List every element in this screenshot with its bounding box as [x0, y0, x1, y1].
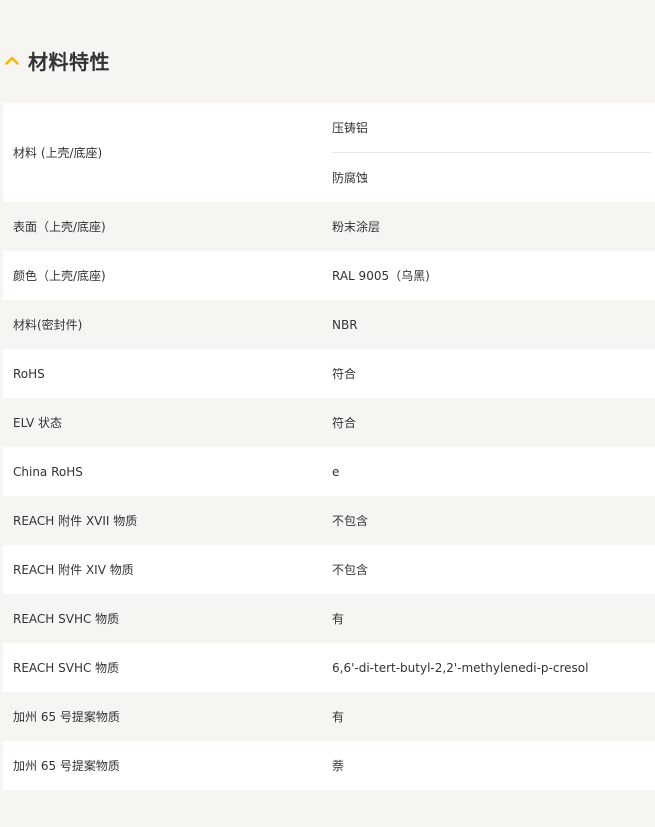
- spec-label: ELV 状态: [13, 416, 62, 430]
- spec-label: 表面（上壳/底座): [13, 220, 106, 234]
- spec-label: REACH SVHC 物质: [13, 661, 120, 675]
- spec-value: 防腐蚀: [332, 171, 369, 185]
- spec-value: 6,6'-di-tert-butyl-2,2'-methylenedi-p-cr…: [332, 660, 589, 675]
- spec-label: 加州 65 号提案物质: [13, 710, 120, 724]
- spec-label: REACH SVHC 物质: [13, 612, 120, 626]
- chevron-up-icon: [1, 44, 23, 76]
- table-row: 材料 (上壳/底座) 压铸铝 防腐蚀: [3, 103, 655, 202]
- table-row: 材料(密封件) NBR: [3, 300, 655, 349]
- spec-value: 有: [332, 710, 345, 724]
- spec-value: NBR: [332, 317, 358, 332]
- spec-value: 压铸铝: [332, 103, 651, 153]
- spec-value: e: [332, 464, 340, 479]
- table-row: REACH 附件 XIV 物质 不包含: [3, 545, 655, 594]
- table-row: REACH SVHC 物质 有: [3, 594, 655, 643]
- table-row: 加州 65 号提案物质 有: [3, 692, 655, 741]
- table-row: ELV 状态 符合: [3, 398, 655, 447]
- spec-label: RoHS: [13, 366, 45, 381]
- table-row: RoHS 符合: [3, 349, 655, 398]
- spec-value: 萘: [332, 759, 345, 773]
- spec-value: RAL 9005（乌黑): [332, 269, 430, 283]
- table-row: 加州 65 号提案物质 萘: [3, 741, 655, 790]
- spec-label: China RoHS: [13, 464, 83, 479]
- spec-value: 不包含: [332, 514, 369, 528]
- table-row: REACH 附件 XVII 物质 不包含: [3, 496, 655, 545]
- table-row: China RoHS e: [3, 447, 655, 496]
- spec-value-list: 压铸铝 防腐蚀: [332, 103, 655, 202]
- spec-label: 材料(密封件): [13, 318, 83, 332]
- table-row: 表面（上壳/底座) 粉末涂层: [3, 202, 655, 251]
- spec-value: 不包含: [332, 563, 369, 577]
- spec-label: 颜色（上壳/底座): [13, 269, 106, 283]
- spec-value: 符合: [332, 367, 357, 381]
- spec-label: 加州 65 号提案物质: [13, 759, 120, 773]
- spec-value: 符合: [332, 416, 357, 430]
- section-title: 材料特性: [28, 49, 110, 74]
- spec-table: 材料 (上壳/底座) 压铸铝 防腐蚀 表面（上壳/底座) 粉末涂层 颜色（上壳/…: [3, 103, 655, 790]
- spec-label: REACH 附件 XVII 物质: [13, 514, 138, 528]
- spec-label: 材料 (上壳/底座): [13, 146, 103, 160]
- table-row: REACH SVHC 物质 6,6'-di-tert-butyl-2,2'-me…: [3, 643, 655, 692]
- spec-value: 有: [332, 612, 345, 626]
- table-row: 颜色（上壳/底座) RAL 9005（乌黑): [3, 251, 655, 300]
- section-header-material-properties[interactable]: 材料特性: [0, 44, 110, 76]
- spec-label: REACH 附件 XIV 物质: [13, 563, 134, 577]
- spec-value: 粉末涂层: [332, 220, 381, 234]
